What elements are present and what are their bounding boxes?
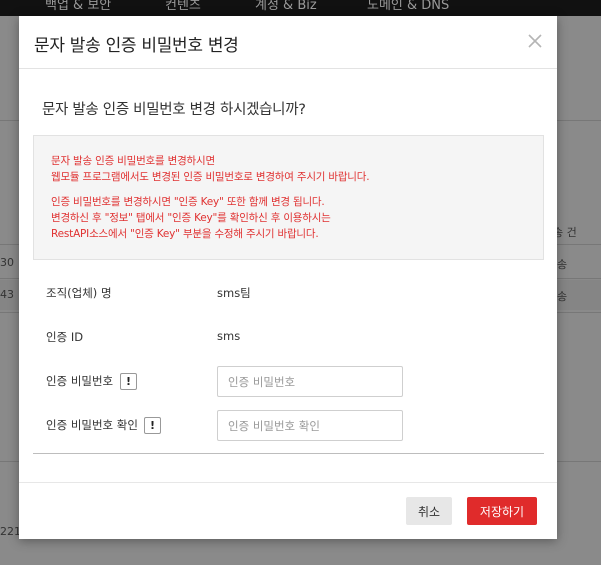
auth-id-label: 인증 ID bbox=[46, 330, 84, 344]
footer-divider bbox=[19, 482, 557, 483]
modal-header: 문자 발송 인증 비밀번호 변경 bbox=[19, 16, 557, 69]
notice-line: 인증 비밀번호를 변경하시면 "인증 Key" 또한 함께 변경 됩니다. bbox=[51, 196, 325, 208]
auth-id-value: sms bbox=[217, 329, 241, 343]
password-label: 인증 비밀번호 bbox=[46, 374, 114, 388]
nav-item-domain-dns[interactable]: 도메인 & DNS bbox=[367, 0, 449, 13]
background-footer-text: 221 bbox=[0, 525, 21, 538]
password-input[interactable] bbox=[217, 366, 403, 397]
password-confirm-info-icon[interactable]: ! bbox=[144, 417, 161, 434]
org-name-value: sms팀 bbox=[217, 286, 251, 300]
notice-box: 문자 발송 인증 비밀번호를 변경하시면 웹모듈 프로그램에서도 변경된 인증 … bbox=[33, 135, 544, 260]
notice-line: 웹모듈 프로그램에서도 변경된 인증 비밀번호로 변경하여 주시기 바랍니다. bbox=[51, 171, 370, 183]
close-icon bbox=[528, 34, 542, 48]
password-confirm-label: 인증 비밀번호 확인 bbox=[46, 418, 138, 432]
notice-line: 변경하신 후 "정보" 탭에서 "인증 Key"를 확인하신 후 이용하시는 bbox=[51, 212, 331, 224]
nav-item-contents[interactable]: 컨텐츠 bbox=[165, 0, 201, 13]
save-button[interactable]: 저장하기 bbox=[467, 497, 537, 525]
close-button[interactable] bbox=[525, 31, 545, 51]
form-divider bbox=[33, 453, 544, 454]
confirm-question: 문자 발송 인증 비밀번호 변경 하시겠습니까? bbox=[42, 102, 306, 118]
password-confirm-input[interactable] bbox=[217, 410, 403, 441]
notice-line: 문자 발송 인증 비밀번호를 변경하시면 bbox=[51, 155, 215, 167]
password-info-icon[interactable]: ! bbox=[120, 373, 137, 390]
modal-title: 문자 발송 인증 비밀번호 변경 bbox=[34, 36, 239, 56]
change-password-modal: 문자 발송 인증 비밀번호 변경 문자 발송 인증 비밀번호 변경 하시겠습니까… bbox=[19, 16, 557, 539]
org-name-label: 조직(업체) 명 bbox=[46, 286, 112, 300]
background-nav-bar: 백업 & 보안 컨텐츠 계정 & Biz 도메인 & DNS bbox=[0, 0, 601, 16]
nav-item-account-biz[interactable]: 계정 & Biz bbox=[255, 0, 317, 13]
notice-line: RestAPI소스에서 "인증 Key" 부분을 수정해 주시기 바랍니다. bbox=[51, 228, 319, 240]
nav-item-backup-security[interactable]: 백업 & 보안 bbox=[45, 0, 111, 13]
cancel-button[interactable]: 취소 bbox=[406, 497, 452, 525]
